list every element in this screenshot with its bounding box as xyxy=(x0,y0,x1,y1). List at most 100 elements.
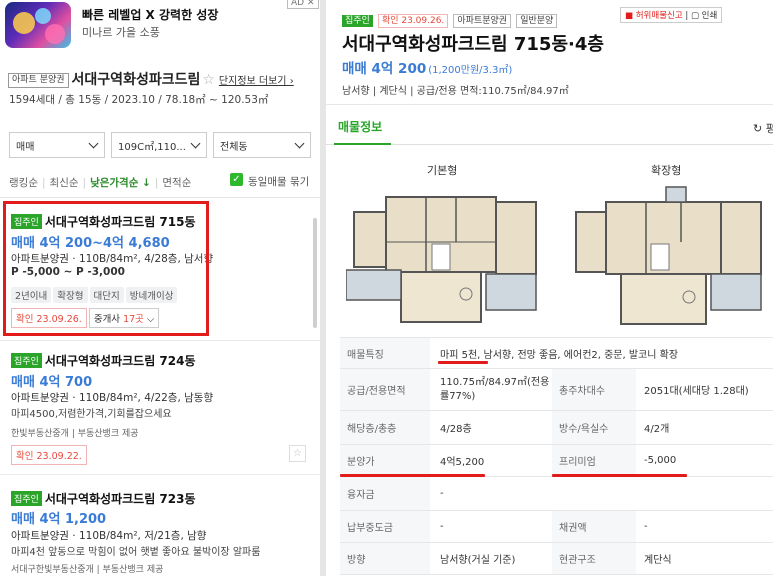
confirm-date: 확인 23.09.22. xyxy=(11,445,87,465)
divider xyxy=(0,340,320,341)
listing-spec: 아파트분양권 · 110B/84m², 4/22층, 남동향 xyxy=(11,392,214,404)
row-label: 매물특징 xyxy=(340,338,430,368)
row-value: 계단식 xyxy=(644,555,672,566)
highlight-box xyxy=(3,201,209,336)
table-row: 매물특징 마피 5천, 남서향, 전망 좋음, 에어컨2, 중문, 발코니 확장 xyxy=(340,337,773,369)
listing-title-row[interactable]: 집주인 서대구역화성파크드림 724동 xyxy=(11,350,196,369)
highlight-underline xyxy=(552,474,687,477)
row-value: - xyxy=(440,488,444,499)
row-label: 공급/전용면적 xyxy=(340,369,430,410)
highlight-underline xyxy=(438,361,488,364)
row-label: 해당층/총층 xyxy=(340,411,430,444)
row-value: 2051대(세대당 1.28대) xyxy=(644,386,749,397)
refresh-icon: ↻ xyxy=(753,122,763,135)
listing-footer: 확인 23.09.22. xyxy=(11,444,87,465)
row-value: -5,000 xyxy=(644,455,677,466)
sale-type-badge: 일반분양 xyxy=(516,14,558,28)
listing-price: 매매 4억 700 xyxy=(11,375,93,390)
listing-title[interactable]: 서대구역화성파크드림 724동 xyxy=(45,354,196,368)
row-label: 현관구조 xyxy=(552,543,636,574)
sort-low-price[interactable]: 낮은가격순 ↓ xyxy=(90,177,151,189)
tab-active-indicator xyxy=(334,143,391,145)
group-checkbox[interactable]: ✓ xyxy=(230,173,243,186)
row-value: 4/2개 xyxy=(644,424,670,435)
owner-badge: 집주인 xyxy=(342,15,373,27)
row-label: 납부중도금 xyxy=(340,511,430,542)
compare-button[interactable]: ↻ 평 xyxy=(753,120,773,136)
listing-spec: 아파트분양권 · 110B/84m², 저/21층, 남향 xyxy=(11,530,207,542)
row-label: 융자금 xyxy=(340,477,430,510)
listing-description: 마피4500,저렴한가격,기회를잡으세요 xyxy=(11,409,172,420)
listing-description: 마피4천 앞동으로 막힘이 없어 햇볕 좋아요 불박이장 알파룸 xyxy=(11,547,261,558)
trade-select[interactable]: 매매 xyxy=(9,132,105,158)
plan-label-basic: 기본형 xyxy=(427,164,458,177)
table-row: 방향 남서향(거실 기준) 현관구조 계단식 xyxy=(340,543,773,575)
group-label: 동일매물 묶기 xyxy=(248,176,310,188)
ad-subtitle: 미나르 가을 소풍 xyxy=(82,26,160,39)
confirm-badge: 확인 23.09.26. xyxy=(377,14,449,28)
detail-badges: 집주인 확인 23.09.26. 아파트분양권 일반분양 xyxy=(342,8,558,28)
row-label: 채권액 xyxy=(552,511,636,542)
complex-header: 아파트 분양권 서대구역화성파크드림 ☆ 단지정보 더보기 › xyxy=(8,69,294,89)
detail-price: 매매 4억 200 xyxy=(342,61,427,77)
owner-badge: 집주인 xyxy=(11,353,42,368)
row-label: 총주차대수 xyxy=(552,369,636,410)
detail-actions: ■ 허위매물신고 | ▢ 인쇄 xyxy=(620,7,723,23)
row-value: 110.75㎡/84.97㎡(전용률77%) xyxy=(440,376,550,402)
detail-price-row: 매매 4억 200 (1,200만원/3.3㎡) xyxy=(342,57,512,77)
siren-icon: ■ xyxy=(625,11,634,21)
listing-title[interactable]: 서대구역화성파크드림 723동 xyxy=(45,492,196,506)
listing-title-row[interactable]: 집주인 서대구역화성파크드림 723동 xyxy=(11,488,196,507)
listing-source: 서대구한빛부동산중개 | 부동산뱅크 제공 xyxy=(11,565,164,575)
row-label: 방수/욕실수 xyxy=(552,411,636,444)
floor-plan-basic[interactable] xyxy=(346,182,546,328)
ad-badge[interactable]: AD ✕ xyxy=(287,0,319,9)
row-value: 4/28층 xyxy=(440,424,472,435)
ad-title[interactable]: 빠른 레벨업 X 강력한 성장 xyxy=(82,6,218,23)
highlight-underline xyxy=(340,474,485,477)
complex-info-link[interactable]: 단지정보 더보기 › xyxy=(219,76,294,87)
table-row: 해당층/총층 4/28층 방수/욕실수 4/2개 xyxy=(340,411,773,445)
table-row: 납부중도금 - 채권액 - xyxy=(340,511,773,543)
chevron-down-icon xyxy=(88,138,99,149)
row-value: - xyxy=(644,521,648,532)
complex-name[interactable]: 서대구역화성파크드림 xyxy=(72,72,201,88)
price-per-area: (1,200만원/3.3㎡) xyxy=(428,65,513,76)
divider xyxy=(0,197,320,198)
building-select[interactable]: 전체동 xyxy=(213,132,311,158)
sort-area[interactable]: 면적순 xyxy=(162,177,191,189)
chevron-down-icon xyxy=(190,138,201,149)
row-label: 분양가 xyxy=(340,445,430,476)
print-icon: ▢ xyxy=(690,11,699,21)
detail-title: 서대구역화성파크드림 715동·4층 xyxy=(342,34,604,55)
scrollbar[interactable] xyxy=(313,218,317,328)
sort-latest[interactable]: 최신순 xyxy=(50,177,79,189)
table-row: 공급/전용면적 110.75㎡/84.97㎡(전용률77%) 총주차대수 205… xyxy=(340,369,773,411)
row-value: - xyxy=(440,521,444,532)
table-row: 융자금 - xyxy=(340,477,773,511)
floor-plan-extended[interactable] xyxy=(571,182,771,328)
row-value: 4억5,200 xyxy=(440,457,485,468)
detail-panel: 집주인 확인 23.09.26. 아파트분양권 일반분양 ■ 허위매물신고 | … xyxy=(326,0,773,576)
divider xyxy=(326,104,773,105)
row-value: 남서향(거실 기준) xyxy=(440,555,516,566)
plan-label-extended: 확장형 xyxy=(651,164,682,177)
complex-info: 1594세대 / 총 15동 / 2023.10 / 78.18㎡ ~ 120.… xyxy=(9,94,269,106)
sort-ranking[interactable]: 랭킹순 xyxy=(9,177,38,189)
tab-underline xyxy=(326,144,773,145)
bookmark-icon[interactable]: ☆ xyxy=(289,445,306,462)
complex-type-tag: 아파트 분양권 xyxy=(8,72,69,88)
report-button[interactable]: ■ 허위매물신고 xyxy=(625,11,683,21)
chevron-down-icon xyxy=(294,138,305,149)
divider xyxy=(0,474,320,475)
row-label: 프리미엄 xyxy=(552,445,636,476)
owner-badge: 집주인 xyxy=(11,491,42,506)
sort-bar: 랭킹순 | 최신순 | 낮은가격순 ↓ | 면적순 xyxy=(9,177,192,189)
area-select[interactable]: 109C㎡,110... xyxy=(111,132,207,158)
star-icon[interactable]: ☆ xyxy=(202,72,215,88)
tab-listing-info[interactable]: 매물정보 xyxy=(338,118,382,135)
listing-source: 한빛부동산중개 | 부동산뱅크 제공 xyxy=(11,429,139,439)
type-badge: 아파트분양권 xyxy=(453,14,512,28)
ad-image[interactable] xyxy=(5,2,71,48)
print-button[interactable]: ▢ 인쇄 xyxy=(691,11,717,21)
